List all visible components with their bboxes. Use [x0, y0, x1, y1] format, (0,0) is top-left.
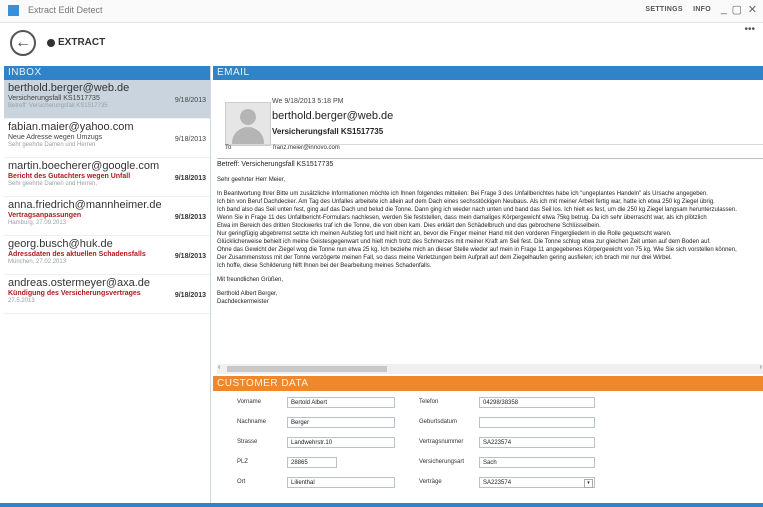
- minimize-button[interactable]: _: [721, 3, 727, 15]
- dropdown-arrow-icon[interactable]: ▾: [584, 479, 593, 488]
- more-options-icon[interactable]: •••: [744, 24, 755, 35]
- vertraege-select[interactable]: SA223574 ▾: [479, 477, 595, 488]
- inbox-item[interactable]: georg.busch@huk.de Adressdaten des aktue…: [4, 236, 210, 275]
- mail-from: martin.boecherer@google.com: [8, 160, 160, 172]
- horizontal-scrollbar[interactable]: ‹ ›: [217, 364, 763, 374]
- plz-field[interactable]: 28865: [287, 457, 337, 468]
- info-link[interactable]: INFO: [693, 6, 711, 13]
- email-panel: EMAIL We 9/18/2013 5:18 PM berthold.berg…: [213, 66, 763, 504]
- settings-link[interactable]: SETTINGS: [645, 6, 682, 13]
- strasse-field[interactable]: Landwehrstr.10: [287, 437, 395, 448]
- email-datetime: We 9/18/2013 5:18 PM: [272, 98, 344, 105]
- back-arrow-icon[interactable]: ←: [10, 30, 36, 56]
- plz-label: PLZ: [237, 459, 249, 465]
- extract-icon: [47, 39, 55, 47]
- email-sender: berthold.berger@web.de: [272, 110, 394, 122]
- email-header: EMAIL: [213, 66, 763, 80]
- email-subject-line: Betreff: Versicherungsfall KS1517735: [217, 158, 763, 168]
- scroll-thumb[interactable]: [227, 366, 387, 372]
- ort-label: Ort: [237, 479, 246, 485]
- inbox-item[interactable]: martin.boecherer@google.com Bericht des …: [4, 158, 210, 197]
- scroll-left-icon[interactable]: ‹: [218, 364, 220, 371]
- geburtsdatum-label: Geburtsdatum: [419, 419, 458, 425]
- telefon-label: Telefon: [419, 399, 439, 405]
- bottom-border: [0, 503, 763, 507]
- mail-from: fabian.maier@yahoo.com: [8, 121, 134, 133]
- vertragsnummer-label: Vertragsnummer: [419, 439, 464, 445]
- mail-date: 9/18/2013: [174, 292, 206, 299]
- mail-from: andreas.ostermeyer@axa.de: [8, 277, 151, 289]
- email-greeting: Sehr geehrter Herr Meier,: [217, 177, 286, 183]
- title-bar: Extract Edit Detect SETTINGS INFO _ ▢ ✕: [0, 0, 763, 23]
- strasse-label: Strasse: [237, 439, 258, 445]
- geburtsdatum-field[interactable]: [479, 417, 595, 428]
- maximize-button[interactable]: ▢: [732, 3, 742, 16]
- inbox-panel: INBOX berthold.berger@web.de Versicherun…: [4, 66, 211, 504]
- versicherungsart-label: Versicherungsart: [419, 459, 465, 465]
- mail-date: 9/18/2013: [174, 214, 206, 221]
- telefon-field[interactable]: 04298/38358: [479, 397, 595, 408]
- inbox-item[interactable]: fabian.maier@yahoo.com Neue Adresse wege…: [4, 119, 210, 158]
- app-title: Extract Edit Detect: [28, 5, 103, 15]
- avatar-icon: [225, 102, 271, 146]
- inbox-item[interactable]: berthold.berger@web.de Versicherungsfall…: [4, 80, 210, 119]
- mail-from: anna.friedrich@mannheimer.de: [8, 199, 162, 211]
- customer-header: CUSTOMER DATA: [213, 376, 763, 391]
- app-icon: [8, 5, 19, 16]
- mail-date: 9/18/2013: [174, 97, 206, 104]
- vertragsnummer-field[interactable]: SA223574: [479, 437, 595, 448]
- mail-date: 9/18/2013: [174, 175, 206, 182]
- mail-date: 9/18/2013: [174, 136, 206, 143]
- inbox-header: INBOX: [4, 66, 210, 80]
- email-paragraph: In Beantwortung Ihrer Bitte um zusätzlic…: [217, 191, 737, 269]
- email-view: We 9/18/2013 5:18 PM berthold.berger@web…: [213, 80, 763, 380]
- email-subject: Versicherungsfall KS1517735: [272, 127, 384, 136]
- nachname-field[interactable]: Berger: [287, 417, 395, 428]
- email-signature: Berthold Albert Berger, Dachdeckermeiste…: [217, 291, 278, 305]
- mail-from: berthold.berger@web.de: [8, 82, 130, 94]
- top-links: SETTINGS INFO: [637, 6, 711, 13]
- inbox-item[interactable]: andreas.ostermeyer@axa.de Kündigung des …: [4, 275, 210, 314]
- email-body: Sehr geehrter Herr Meier, In Beantwortun…: [217, 176, 763, 376]
- nachname-label: Nachname: [237, 419, 267, 425]
- scroll-right-icon[interactable]: ›: [760, 364, 762, 371]
- mail-from: georg.busch@huk.de: [8, 238, 113, 250]
- close-button[interactable]: ✕: [748, 3, 757, 16]
- extract-button[interactable]: EXTRACT: [58, 37, 105, 48]
- vorname-field[interactable]: Bertold Albert: [287, 397, 395, 408]
- ort-field[interactable]: Lilienthal: [287, 477, 395, 488]
- email-closing: Mit freundlichen Grüßen,: [217, 277, 284, 283]
- to-line: To franz.meier@innovo.com: [225, 144, 763, 154]
- versicherungsart-field[interactable]: Sach: [479, 457, 595, 468]
- mail-date: 9/18/2013: [174, 253, 206, 260]
- to-address: franz.meier@innovo.com: [273, 145, 340, 151]
- customer-data-panel: CUSTOMER DATA Vorname Bertold Albert Nac…: [213, 376, 763, 504]
- inbox-item[interactable]: anna.friedrich@mannheimer.de Vertragsanp…: [4, 197, 210, 236]
- vertraege-label: Verträge: [419, 479, 442, 485]
- vertraege-value: SA223574: [483, 480, 512, 486]
- to-label: To: [225, 145, 232, 151]
- vorname-label: Vorname: [237, 399, 262, 405]
